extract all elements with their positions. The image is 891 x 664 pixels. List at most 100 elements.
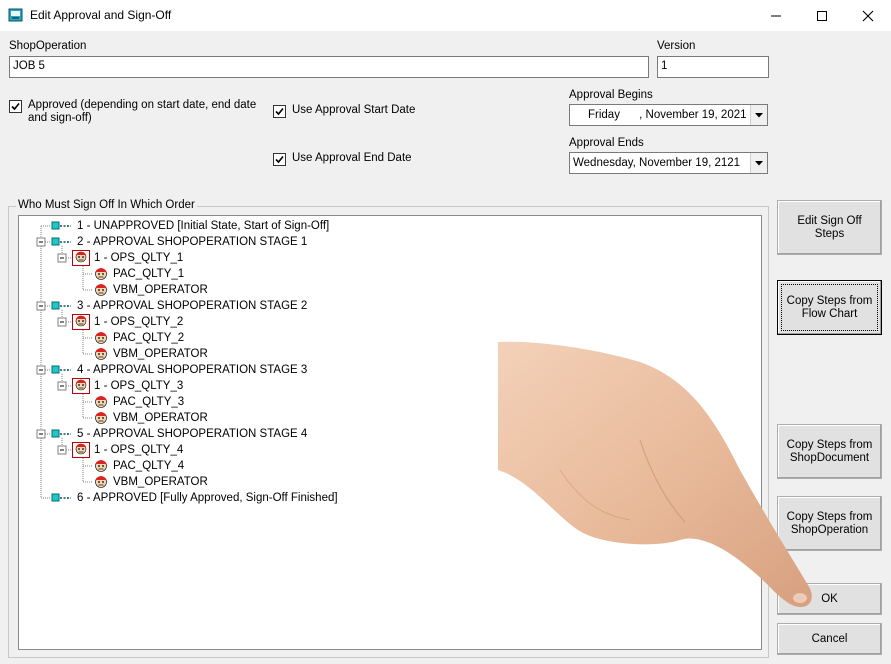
approved-checkbox[interactable]: Approved (depending on start date, end d… [9,99,259,125]
stage-node-icon [51,429,71,438]
tree-node-label: 1 - OPS_QLTY_4 [94,444,184,456]
sign-off-tree[interactable]: 1 - UNAPPROVED [Initial State, Start of … [18,215,762,650]
user-icon [95,412,107,424]
tree-group-node[interactable]: 1 - OPS_QLTY_4 [72,442,183,458]
tree-user-node[interactable]: PAC_QLTY_1 [93,266,184,282]
approved-checkbox-box[interactable] [9,100,22,113]
tree-node-label: 1 - OPS_QLTY_1 [94,252,184,264]
collapse-icon[interactable] [36,301,46,311]
collapse-icon[interactable] [57,445,67,455]
ok-label: OK [821,592,838,605]
collapse-icon[interactable] [57,253,67,263]
tree-node-label: 5 - APPROVAL SHOPOPERATION STAGE 4 [77,428,308,440]
tree-node-label: 1 - OPS_QLTY_3 [94,380,184,392]
tree-node-label: PAC_QLTY_4 [113,460,185,472]
window-title: Edit Approval and Sign-Off [30,8,172,22]
use-end-date-label: Use Approval End Date [292,152,412,164]
use-start-date-checkbox[interactable]: Use Approval Start Date [273,104,415,118]
copy-steps-shop-operation-label: Copy Steps from ShopOperation [786,510,873,536]
close-icon [862,10,874,21]
sign-off-group-title: Who Must Sign Off In Which Order [16,199,197,211]
approval-begins-dropdown[interactable] [750,105,767,125]
maximize-icon [817,10,827,21]
tree-stage-node[interactable]: 2 - APPROVAL SHOPOPERATION STAGE 1 [51,234,307,250]
user-icon [95,476,107,488]
tree-group-node[interactable]: 1 - OPS_QLTY_1 [72,250,183,266]
tree-user-node[interactable]: VBM_OPERATOR [93,410,208,426]
tree-user-node[interactable]: PAC_QLTY_4 [93,458,184,474]
tree-user-node[interactable]: VBM_OPERATOR [93,282,208,298]
use-start-date-box[interactable] [273,105,286,118]
user-icon [95,348,107,360]
tree-node-label: 3 - APPROVAL SHOPOPERATION STAGE 2 [77,300,308,312]
tree-user-node[interactable]: PAC_QLTY_3 [93,394,184,410]
stage-node-icon [51,365,71,374]
approval-ends-datepicker[interactable]: Wednesday, November 19, 2121 [569,152,768,174]
collapse-icon[interactable] [36,365,46,375]
tree-node-label: VBM_OPERATOR [113,412,208,424]
tree-group-node[interactable]: 1 - OPS_QLTY_3 [72,378,183,394]
approval-ends-label: Approval Ends [569,137,644,149]
copy-steps-shop-operation-button[interactable]: Copy Steps from ShopOperation [777,496,882,551]
user-group-icon [72,314,90,330]
collapse-icon[interactable] [57,381,67,391]
user-group-icon [72,378,90,394]
collapse-icon[interactable] [36,429,46,439]
approval-ends-dropdown[interactable] [750,153,767,173]
copy-steps-shop-document-label: Copy Steps from ShopDocument [786,438,873,464]
tree-node-label: VBM_OPERATOR [113,348,208,360]
use-end-date-box[interactable] [273,153,286,166]
tree-node-label: 1 - OPS_QLTY_2 [94,316,184,328]
copy-steps-shop-document-button[interactable]: Copy Steps from ShopDocument [777,424,882,479]
tree-user-node[interactable]: VBM_OPERATOR [93,346,208,362]
cancel-button[interactable]: Cancel [777,623,882,655]
approval-begins-datepicker[interactable]: Friday , November 19, 2021 [569,104,768,126]
tree-node-label: 2 - APPROVAL SHOPOPERATION STAGE 1 [77,236,308,248]
tree-node-label: VBM_OPERATOR [113,284,208,296]
edit-sign-off-steps-label: Edit Sign Off Steps [797,214,862,240]
user-icon [95,268,107,280]
use-start-date-label: Use Approval Start Date [292,104,416,116]
tree-group-node[interactable]: 1 - OPS_QLTY_2 [72,314,183,330]
user-group-icon [72,442,90,458]
tree-node-label: 4 - APPROVAL SHOPOPERATION STAGE 3 [77,364,308,376]
close-button[interactable] [845,0,891,31]
edit-sign-off-steps-button[interactable]: Edit Sign Off Steps [777,200,882,255]
user-icon [95,284,107,296]
app-icon [8,8,23,22]
tree-node-label: PAC_QLTY_1 [113,268,185,280]
user-group-icon [72,250,90,266]
tree-stage-node[interactable]: 3 - APPROVAL SHOPOPERATION STAGE 2 [51,298,307,314]
tree-node-label: PAC_QLTY_2 [113,332,185,344]
shop-operation-field[interactable]: JOB 5 [9,56,649,78]
chevron-down-icon [755,160,763,165]
use-end-date-checkbox[interactable]: Use Approval End Date [273,152,412,166]
approved-label: Approved (depending on start date, end d… [28,99,257,124]
tree-user-node[interactable]: VBM_OPERATOR [93,474,208,490]
tree-node-label: PAC_QLTY_3 [113,396,185,408]
title-bar: Edit Approval and Sign-Off [0,0,891,31]
stage-node-icon [51,493,71,502]
tree-stage-node[interactable]: 5 - APPROVAL SHOPOPERATION STAGE 4 [51,426,307,442]
version-label: Version [657,40,696,52]
minimize-button[interactable] [753,0,799,31]
version-field[interactable]: 1 [657,56,769,78]
tree-stage-node[interactable]: 4 - APPROVAL SHOPOPERATION STAGE 3 [51,362,307,378]
maximize-button[interactable] [799,0,845,31]
copy-steps-flow-chart-button[interactable]: Copy Steps from Flow Chart [777,280,882,335]
user-icon [95,396,107,408]
user-icon [95,460,107,472]
copy-steps-flow-chart-label: Copy Steps from Flow Chart [786,294,873,320]
check-icon [11,102,20,111]
approval-begins-value: Friday , November 19, 2021 [588,109,747,121]
check-icon [275,155,284,164]
check-icon [275,107,284,116]
tree-stage-node[interactable]: 1 - UNAPPROVED [Initial State, Start of … [51,218,329,234]
collapse-icon[interactable] [57,317,67,327]
collapse-icon[interactable] [36,237,46,247]
ok-button[interactable]: OK [777,583,882,615]
tree-node-label: 1 - UNAPPROVED [Initial State, Start of … [77,220,330,232]
tree-stage-node[interactable]: 6 - APPROVED [Fully Approved, Sign-Off F… [51,490,338,506]
tree-user-node[interactable]: PAC_QLTY_2 [93,330,184,346]
cancel-label: Cancel [811,632,848,645]
